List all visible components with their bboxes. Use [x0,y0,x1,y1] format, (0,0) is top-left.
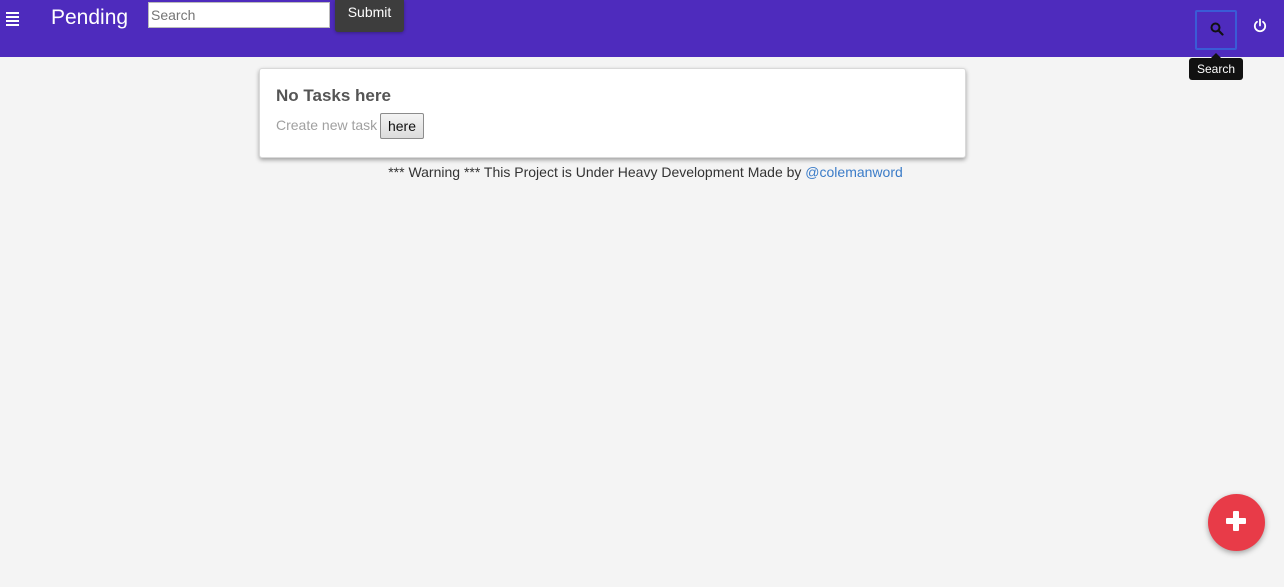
empty-tasks-card: No Tasks here Create new task here [259,68,966,158]
search-icon [1210,22,1224,36]
add-task-button[interactable] [1208,494,1265,551]
power-icon [1253,18,1267,33]
create-task-text: Create new task [276,117,378,133]
card-title: No Tasks here [276,86,391,105]
page-title: Pending [51,6,129,29]
plus-icon [1226,511,1246,531]
search-input[interactable] [148,2,330,28]
hamburger-menu-icon[interactable] [6,12,20,26]
search-tooltip: Search [1189,53,1243,80]
create-task-here-button[interactable]: here [380,113,424,139]
footer-warning-text: *** Warning *** This Project is Under He… [388,164,802,180]
power-button[interactable] [1252,18,1268,34]
author-link[interactable]: @colemanword [805,164,902,180]
footer-warning: *** Warning *** This Project is Under He… [0,164,1284,180]
top-navbar: Pending Submit [0,0,1284,57]
submit-button[interactable]: Submit [335,0,404,32]
nav-search-button[interactable] [1195,10,1237,50]
